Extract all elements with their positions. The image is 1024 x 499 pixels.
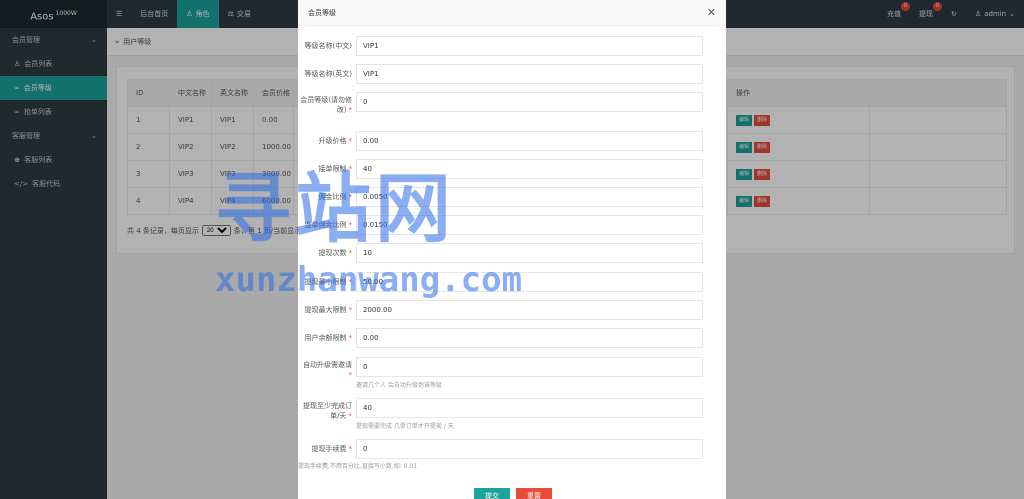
field-label: 提现最小限制 * — [298, 277, 353, 287]
label-text: 会员等级(请勿修改) — [300, 96, 352, 114]
field-label: 接单限制 * — [298, 164, 353, 174]
field-label: 等级名称(英文) — [298, 69, 352, 79]
label-text: 提现最大限制 — [304, 306, 347, 314]
required-mark: * — [348, 221, 353, 229]
withdraw-min-input[interactable] — [356, 272, 703, 292]
field-label: 等级名称(中文) — [298, 41, 352, 51]
label-text: 用户余额限制 — [304, 334, 347, 342]
required-mark: * — [348, 371, 353, 379]
required-mark: * — [348, 137, 353, 145]
required-mark: * — [348, 412, 353, 420]
field-label: 提现最大限制 * — [298, 305, 353, 315]
label-text: 升级价格 — [318, 137, 347, 145]
required-mark: * — [348, 249, 353, 257]
label-text: 接单限制 — [318, 165, 347, 173]
min-orders-input[interactable] — [356, 398, 703, 418]
field-label: 提现次数 * — [298, 248, 353, 258]
field-label: 佣金比例 * — [298, 192, 353, 202]
label-text: 提现最小限制 — [304, 278, 347, 286]
field-help: 邀请几个人 会自动升级到该等级 — [356, 382, 442, 389]
required-mark: * — [348, 193, 353, 201]
close-icon[interactable]: ✕ — [707, 6, 716, 19]
withdraw-fee-input[interactable] — [356, 439, 703, 459]
field-label: 自动升级需邀请 * — [298, 360, 352, 380]
submit-button[interactable]: 提交 — [474, 488, 510, 499]
label-text: 连单佣金比例 — [304, 221, 347, 229]
label-text: 等级名称(英文) — [304, 70, 352, 78]
label-text: 提现次数 — [318, 249, 347, 257]
field-label: 用户余额限制 * — [298, 333, 353, 343]
level-name-cn-input[interactable] — [356, 36, 703, 56]
commission-rate-input[interactable] — [356, 187, 703, 207]
field-label: 升级价格 * — [298, 136, 353, 146]
field-label: 连单佣金比例 * — [298, 220, 353, 230]
modal-actions: 提交 重置 — [474, 488, 552, 499]
withdraw-count-input[interactable] — [356, 243, 703, 263]
required-mark: * — [348, 278, 353, 286]
label-text: 提现手续费 — [311, 445, 347, 453]
required-mark: * — [348, 106, 353, 114]
label-text: 佣金比例 — [318, 193, 347, 201]
label-text: 等级名称(中文) — [304, 42, 352, 50]
balance-limit-input[interactable] — [356, 328, 703, 348]
level-edit-modal: 会员等级 ✕ 等级名称(中文) 等级名称(英文) 会员等级(请勿修改)* 升级价… — [298, 0, 726, 499]
label-text: 提现至少完成订单/天 — [303, 402, 352, 420]
member-level-input[interactable] — [356, 92, 703, 112]
required-mark: * — [348, 445, 353, 453]
field-help: 提现需要完成 几单订单才开提现 / 天 — [356, 423, 454, 430]
order-limit-input[interactable] — [356, 159, 703, 179]
level-name-en-input[interactable] — [356, 64, 703, 84]
upgrade-price-input[interactable] — [356, 131, 703, 151]
fee-note: 提现手续费,不用百分比,直接写小数,如: 0.01 — [298, 463, 418, 470]
modal-header: 会员等级 ✕ — [298, 0, 726, 26]
modal-title: 会员等级 — [308, 8, 336, 17]
combo-commission-input[interactable] — [356, 215, 703, 235]
field-label: 提现至少完成订单/天 * — [298, 401, 352, 421]
field-label: 会员等级(请勿修改) * — [298, 95, 352, 115]
reset-button[interactable]: 重置 — [516, 488, 552, 499]
auto-upgrade-invite-input[interactable] — [356, 357, 703, 377]
withdraw-max-input[interactable] — [356, 300, 703, 320]
required-mark: * — [348, 165, 353, 173]
required-mark: * — [348, 334, 353, 342]
field-label: 提现手续费 * — [298, 444, 353, 454]
label-text: 自动升级需邀请 — [303, 361, 352, 369]
required-mark: * — [348, 306, 353, 314]
